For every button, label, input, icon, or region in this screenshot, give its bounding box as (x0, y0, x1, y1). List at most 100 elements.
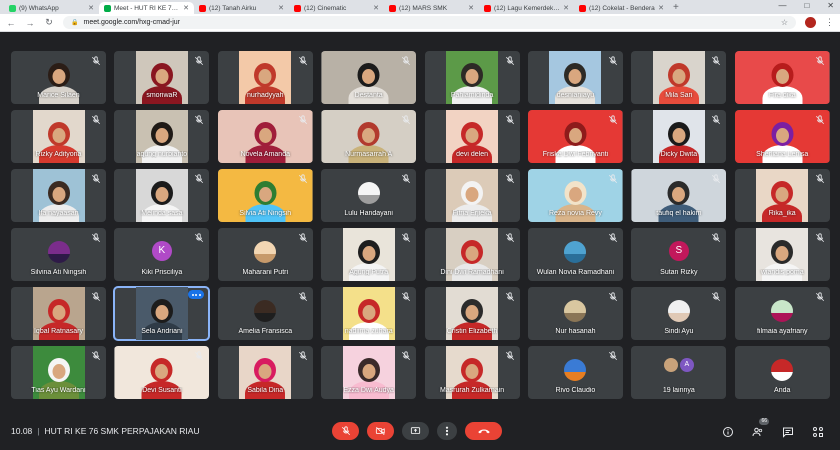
more-options-button[interactable] (437, 422, 457, 440)
participant-tile[interactable]: filmaia ayafriany (734, 287, 830, 340)
participant-name: nadiima zuhara (344, 328, 393, 335)
participant-tile[interactable]: Wulan Novia Ramadhani (527, 228, 623, 281)
participant-name: Ezza Dwi Audya (343, 387, 394, 394)
participant-tile[interactable]: Silvina Ati Ningsih (11, 228, 106, 281)
activities-button[interactable] (812, 425, 824, 437)
participant-tile[interactable]: nurhadyyah (217, 51, 313, 104)
tab-favicon-icon (484, 4, 491, 12)
participant-tile[interactable]: Pahlamidinda (424, 51, 520, 104)
chat-button[interactable] (782, 425, 794, 438)
participant-tile[interactable]: Novela Amanda (217, 110, 313, 163)
participant-tile[interactable]: Reza novia Revy (527, 169, 623, 222)
tab-close-icon[interactable]: ✕ (468, 4, 474, 12)
participant-name: nurhadyyah (246, 92, 284, 99)
participant-tile[interactable]: Silvia Ati Ningsih (217, 169, 313, 222)
participant-tile[interactable]: Sabila Dina (217, 346, 313, 399)
participant-tile[interactable]: Iqbal Ratnasary (11, 287, 106, 340)
participant-tile[interactable]: nadiima zuhara (321, 287, 417, 340)
tab-close-icon[interactable]: ✕ (658, 4, 664, 12)
reload-icon[interactable]: ↻ (44, 17, 54, 28)
participant-tile[interactable]: Devi Susanti (114, 346, 210, 399)
participant-tile[interactable]: Rizky Adityona (11, 110, 106, 163)
mic-off-icon (298, 292, 307, 302)
camera-toggle-button[interactable] (367, 422, 394, 440)
meeting-details-button[interactable] (722, 425, 734, 437)
participant-name: Kiki Prisciliya (141, 269, 183, 276)
browser-tab[interactable]: (12) Cokelat - Bendera ✕ (574, 2, 669, 14)
mic-off-icon (815, 292, 824, 302)
participant-tile[interactable]: Dini Dwi Ramadhani (424, 228, 520, 281)
participant-tile[interactable]: Melinda sasa (114, 169, 210, 222)
participant-tile[interactable]: Maharani Putri (217, 228, 313, 281)
mic-off-icon (608, 56, 617, 66)
participant-name: Rizky Adityona (35, 151, 82, 158)
participant-tile[interactable]: devi delen (424, 110, 520, 163)
participant-name: Rika_ika (768, 210, 796, 217)
back-arrow-icon[interactable]: ← (6, 18, 16, 28)
participant-tile[interactable]: Mila Sari (631, 51, 727, 104)
participant-tile[interactable]: Destanta (321, 51, 417, 104)
participant-tile[interactable]: Ezza Dwi Audya (321, 346, 417, 399)
participant-tile[interactable]: Amelia Fransisca (217, 287, 313, 340)
minimize-icon[interactable]: — (778, 1, 786, 10)
participant-tile[interactable]: Sherliana Lenisa (734, 110, 830, 163)
browser-tab[interactable]: (9) WhatsApp ✕ (4, 2, 99, 14)
tab-close-icon[interactable]: ✕ (183, 4, 189, 12)
participant-tile[interactable]: Lulu Handayani (321, 169, 417, 222)
address-bar[interactable]: 🔒 meet.google.com/hxg-cmad-jur ☆ (63, 16, 796, 29)
participant-tile[interactable]: agung nurbianto (114, 110, 210, 163)
participant-tile[interactable]: Tias Ayu Wardani (11, 346, 106, 399)
participant-tile[interactable]: Friska Dwi Febriyanti (527, 110, 623, 163)
participant-tile[interactable]: Agung Putra (321, 228, 417, 281)
mic-off-icon (608, 351, 617, 361)
participant-tile[interactable]: Sela Andriani (113, 286, 211, 341)
browser-tab[interactable]: Meet - HUT RI KE 76 SMK✕ (99, 2, 194, 14)
browser-tab[interactable]: (12) Lagu Kemerdekaan ✕ (479, 2, 574, 14)
tab-close-icon[interactable]: ✕ (88, 4, 94, 12)
participant-tile[interactable]: K Kiki Prisciliya (114, 228, 210, 281)
bookmark-star-icon[interactable]: ☆ (781, 18, 788, 27)
tab-close-icon[interactable]: ✕ (373, 4, 379, 12)
participant-tile[interactable]: A 19 lainnya (631, 346, 727, 399)
participant-tile[interactable]: Fitria Erjieka (424, 169, 520, 222)
participant-tile[interactable]: Dicky Dwita (631, 110, 727, 163)
tab-title: Meet - HUT RI KE 76 SMK (114, 4, 180, 12)
participant-tile[interactable]: Rivo Claudio (527, 346, 623, 399)
tab-close-icon[interactable]: ✕ (278, 4, 284, 12)
close-window-icon[interactable]: ✕ (827, 1, 834, 10)
tab-close-icon[interactable]: ✕ (563, 4, 569, 12)
participant-tile[interactable]: Ifa nayaasari (11, 169, 106, 222)
maximize-icon[interactable]: □ (804, 1, 809, 10)
participant-tile[interactable]: Sindi Ayu (631, 287, 727, 340)
participant-name: agung nurbianto (136, 151, 188, 158)
new-tab-button[interactable]: + (673, 2, 679, 14)
participant-tile[interactable]: Nur hasanah (527, 287, 623, 340)
participant-tile[interactable]: Masrurah Zulkarnain (424, 346, 520, 399)
show-everyone-button[interactable]: 66 (752, 418, 769, 437)
present-screen-button[interactable] (402, 422, 429, 440)
participant-tile[interactable]: Marice Silaen (11, 51, 106, 104)
participant-tile[interactable]: Fira dika (734, 51, 830, 104)
browser-tab[interactable]: (12) Tanah Airku ✕ (194, 2, 289, 14)
browser-tab[interactable]: (12) MARS SMK ✕ (384, 2, 479, 14)
browser-tab[interactable]: (12) Cinematic ✕ (289, 2, 384, 14)
profile-avatar[interactable] (805, 17, 816, 28)
participant-tile[interactable]: desnianiayu (527, 51, 623, 104)
participant-tile[interactable]: taufiq el hakim (631, 169, 727, 222)
forward-arrow-icon[interactable]: → (25, 18, 35, 28)
tile-options-button[interactable] (188, 290, 205, 299)
participant-name: Silvina Ati Ningsih (30, 269, 87, 276)
participant-tile[interactable]: Rika_ika (734, 169, 830, 222)
participant-tile[interactable]: Anda (734, 346, 830, 399)
leave-call-button[interactable] (465, 422, 502, 440)
mic-off-icon (712, 292, 721, 302)
participant-tile[interactable]: Cristin Elizabeth (424, 287, 520, 340)
participant-tile[interactable]: smoriwaR (114, 51, 210, 104)
microphone-toggle-button[interactable] (332, 422, 359, 440)
participant-tile[interactable]: wiandis poma (734, 228, 830, 281)
participant-name: smoriwaR (146, 92, 178, 99)
browser-menu-icon[interactable]: ⋮ (825, 17, 834, 28)
participant-tile[interactable]: Nurmasarrah A (321, 110, 417, 163)
participant-avatar (771, 359, 794, 381)
participant-tile[interactable]: S Sutan Rizky (631, 228, 727, 281)
